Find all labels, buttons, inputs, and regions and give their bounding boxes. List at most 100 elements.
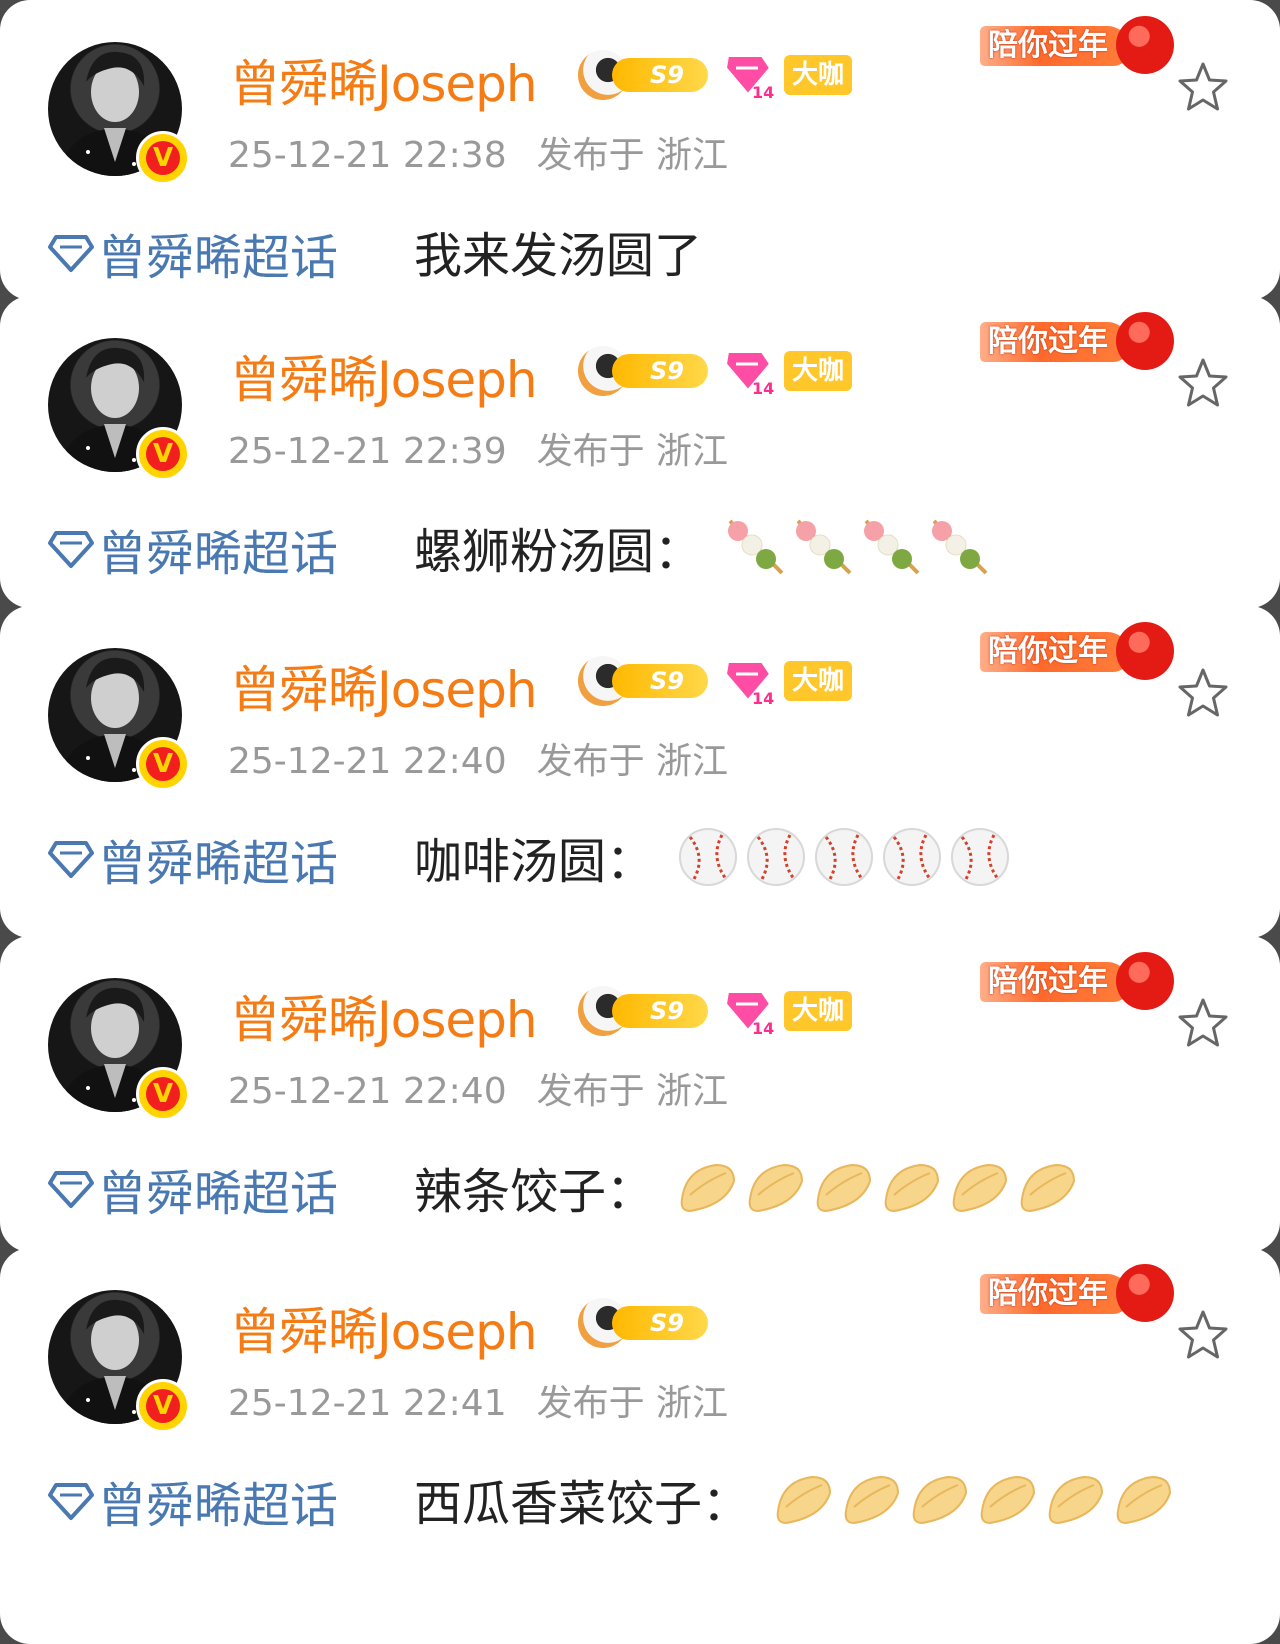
super-topic-diamond-icon [48,529,94,569]
dumpling-emoji-icon [772,1467,836,1531]
username[interactable]: 曾舜晞Joseph [230,650,538,722]
super-topic-link[interactable]: 曾舜晞超话 [48,218,338,288]
fan-gem-number: 14 [752,689,774,706]
super-topic-link[interactable]: 曾舜晞超话 [48,1154,338,1224]
post-time: 25-12-21 22:38 [228,135,507,176]
daka-badge[interactable]: 大咖 [784,351,853,391]
verified-badge-icon: V [136,1379,190,1433]
super-topic-label: 曾舜晞超话 [98,1478,339,1534]
post-location: 发布于 浙江 [536,1071,729,1112]
dumpling-emoji-icon [1112,1467,1176,1531]
festival-decoration: 陪你过年 [980,1256,1180,1326]
post-location: 发布于 浙江 [536,135,729,176]
festival-decoration: 陪你过年 [980,944,1180,1014]
festival-label: 陪你过年 [988,324,1108,359]
verified-v: V [146,141,180,175]
post-content: 我来发汤圆了 [414,216,702,286]
post-meta: 25-12-21 22:38 发布于 浙江 [228,126,728,178]
post-time: 25-12-21 22:41 [228,1383,507,1424]
dumpling-emoji-icon [1016,1155,1080,1219]
super-topic-link[interactable]: 曾舜晞超话 [48,514,338,584]
user-badges: S9 14 大咖 [578,50,853,102]
super-topic-link[interactable]: 曾舜晞超话 [48,1466,338,1536]
festival-decoration: 陪你过年 [980,8,1180,78]
level-badge-label: S9 [612,1306,708,1340]
level-badge-label: S9 [612,664,708,698]
favorite-star-icon[interactable] [1175,356,1231,412]
verified-badge-icon: V [136,1067,190,1121]
post-time: 25-12-21 22:40 [228,741,507,782]
level-badge[interactable]: S9 [578,986,712,1036]
dango-skewer-emoji-icon [928,515,992,579]
post-text: 西瓜香菜饺子： [414,1476,751,1532]
post-card: V 曾舜晞Joseph S9 14 大咖 25-12-21 22:40 发布于 浙江 陪你过年… [0,606,1280,938]
post-content: 咖啡汤圆： [414,822,1012,892]
festival-decoration: 陪你过年 [980,614,1180,684]
post-meta: 25-12-21 22:40 发布于 浙江 [228,1062,728,1114]
baseball-emoji-icon [880,825,944,889]
emoji-row [724,515,992,579]
post-card: V 曾舜晞Joseph S9 14 大咖 25-12-21 22:39 发布于 浙江 陪你过年… [0,296,1280,608]
fan-gem-badge[interactable]: 14 [722,656,774,708]
super-topic-link[interactable]: 曾舜晞超话 [48,824,338,894]
lantern-icon [1116,622,1174,680]
dumpling-emoji-icon [1044,1467,1108,1531]
fan-gem-badge[interactable]: 14 [722,986,774,1038]
post-meta: 25-12-21 22:40 发布于 浙江 [228,732,728,784]
festival-label: 陪你过年 [988,1276,1108,1311]
dumpling-emoji-icon [948,1155,1012,1219]
level-badge[interactable]: S9 [578,50,712,100]
level-badge-label: S9 [612,58,708,92]
post-text: 咖啡汤圆： [414,834,655,890]
favorite-star-icon[interactable] [1175,666,1231,722]
super-topic-label: 曾舜晞超话 [98,836,339,892]
dango-skewer-emoji-icon [724,515,788,579]
username[interactable]: 曾舜晞Joseph [230,980,538,1052]
super-topic-diamond-icon [48,1481,94,1521]
dumpling-emoji-icon [880,1155,944,1219]
post-content: 螺狮粉汤圆： [414,512,992,582]
festival-decoration: 陪你过年 [980,304,1180,374]
post-text: 辣条饺子： [414,1164,655,1220]
post-content: 辣条饺子： [414,1152,1080,1222]
username[interactable]: 曾舜晞Joseph [230,44,538,116]
post-text: 我来发汤圆了 [414,228,703,284]
emoji-row [772,1467,1176,1531]
verified-v: V [146,747,180,781]
username[interactable]: 曾舜晞Joseph [230,340,538,412]
user-badges: S9 [578,1298,712,1348]
super-topic-diamond-icon [48,233,94,273]
level-badge[interactable]: S9 [578,346,712,396]
lantern-icon [1116,16,1174,74]
fan-gem-badge[interactable]: 14 [722,50,774,102]
fan-gem-badge[interactable]: 14 [722,346,774,398]
festival-label: 陪你过年 [988,964,1108,999]
dumpling-emoji-icon [976,1467,1040,1531]
super-topic-label: 曾舜晞超话 [98,1166,339,1222]
level-badge[interactable]: S9 [578,656,712,706]
daka-badge[interactable]: 大咖 [784,991,853,1031]
verified-badge-icon: V [136,131,190,185]
favorite-star-icon[interactable] [1175,996,1231,1052]
level-badge[interactable]: S9 [578,1298,712,1348]
fan-gem-number: 14 [752,379,774,396]
username[interactable]: 曾舜晞Joseph [230,1292,538,1364]
level-badge-label: S9 [612,354,708,388]
verified-v: V [146,437,180,471]
favorite-star-icon[interactable] [1175,60,1231,116]
verified-badge-icon: V [136,427,190,481]
lantern-icon [1116,952,1174,1010]
post-content: 西瓜香菜饺子： [414,1464,1176,1534]
user-badges: S9 14 大咖 [578,986,853,1038]
daka-badge[interactable]: 大咖 [784,55,853,95]
super-topic-diamond-icon [48,839,94,879]
dumpling-emoji-icon [744,1155,808,1219]
post-card: V 曾舜晞Joseph S9 14 大咖 25-12-21 22:40 发布于 浙江 陪你过年… [0,936,1280,1252]
fan-gem-number: 14 [752,1019,774,1036]
festival-label: 陪你过年 [988,28,1108,63]
daka-badge[interactable]: 大咖 [784,661,853,701]
baseball-emoji-icon [812,825,876,889]
emoji-row [676,1155,1080,1219]
post-meta: 25-12-21 22:39 发布于 浙江 [228,422,728,474]
favorite-star-icon[interactable] [1175,1308,1231,1364]
